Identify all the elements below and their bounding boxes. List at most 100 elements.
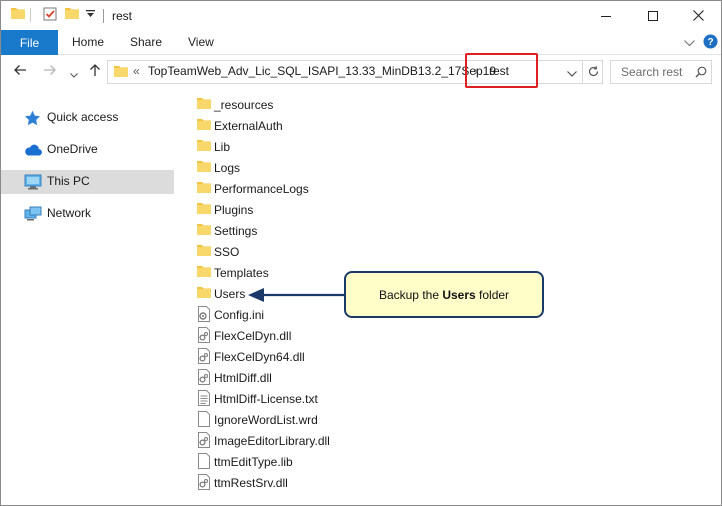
file-name: Lib xyxy=(214,140,231,154)
list-item[interactable]: FlexCelDyn64.dll xyxy=(191,346,441,367)
sidebar-item-label: Quick access xyxy=(47,110,119,124)
callout-text-prefix: Backup the xyxy=(378,287,443,302)
file-name: PerformanceLogs xyxy=(214,182,309,196)
ribbon-tabs: File Home Share View ? xyxy=(1,30,721,55)
folder-icon xyxy=(197,139,211,154)
list-item[interactable]: ImageEditorLibrary.dll xyxy=(191,430,441,451)
list-item[interactable]: _resources xyxy=(191,94,441,115)
svg-text:?: ? xyxy=(707,37,713,48)
blank-file-icon xyxy=(197,453,211,472)
address-dropdown-icon[interactable] xyxy=(567,66,577,80)
minimize-button[interactable] xyxy=(583,1,629,30)
tab-view[interactable]: View xyxy=(188,35,214,49)
search-box[interactable]: Search rest xyxy=(610,60,712,84)
file-name: _resources xyxy=(214,98,274,112)
tab-share[interactable]: Share xyxy=(130,35,162,49)
navigation-bar: « TopTeamWeb_Adv_Lic_SQL_ISAPI_13.33_Min… xyxy=(1,55,721,89)
customize-toolbar-icon[interactable] xyxy=(86,10,95,18)
file-name: IgnoreWordList.wrd xyxy=(214,413,318,427)
file-name: FlexCelDyn.dll xyxy=(214,329,292,343)
folder-icon xyxy=(197,286,211,301)
network-icon xyxy=(24,206,42,225)
collapsed-path-button[interactable]: « xyxy=(133,64,140,78)
folder-icon xyxy=(197,181,211,196)
callout-box: Backup the Users folder xyxy=(344,271,544,318)
folder-icon xyxy=(197,97,211,112)
address-divider xyxy=(582,61,583,83)
dll-file-icon xyxy=(197,474,211,493)
explorer-window: rest File Home Share View ? « TopTeamWeb… xyxy=(0,0,722,506)
folder-icon[interactable] xyxy=(11,7,25,19)
list-item[interactable]: Lib xyxy=(191,136,441,157)
blank-file-icon xyxy=(197,411,211,430)
tab-home[interactable]: Home xyxy=(72,35,104,49)
list-item[interactable]: SSO xyxy=(191,241,441,262)
dll-file-icon xyxy=(197,369,211,388)
up-icon[interactable] xyxy=(89,63,101,80)
star-icon xyxy=(24,110,41,129)
dll-file-icon xyxy=(197,327,211,346)
cloud-icon xyxy=(24,144,42,159)
folder-icon xyxy=(197,160,211,175)
properties-icon[interactable] xyxy=(43,7,57,21)
dll-file-icon xyxy=(197,348,211,367)
sidebar-item-label: Network xyxy=(47,206,92,220)
file-name: ExternalAuth xyxy=(214,119,283,133)
sidebar-item-label: This PC xyxy=(47,174,90,188)
close-button[interactable] xyxy=(675,1,721,30)
list-item[interactable]: ttmEditType.lib xyxy=(191,451,441,472)
file-name: Templates xyxy=(214,266,269,280)
file-name: ttmRestSrv.dll xyxy=(214,476,288,490)
file-name: Plugins xyxy=(214,203,254,217)
callout-text-suffix: folder xyxy=(475,287,510,302)
window-title: rest xyxy=(112,9,133,23)
file-name: ImageEditorLibrary.dll xyxy=(214,434,330,448)
file-name: Config.ini xyxy=(214,308,265,322)
list-item[interactable]: HtmlDiff-License.txt xyxy=(191,388,441,409)
list-item[interactable]: HtmlDiff.dll xyxy=(191,367,441,388)
list-item[interactable]: PerformanceLogs xyxy=(191,178,441,199)
callout-arrow xyxy=(248,288,346,302)
search-placeholder: Search rest xyxy=(621,65,683,79)
file-name: Logs xyxy=(214,161,241,175)
list-item[interactable]: ttmRestSrv.dll xyxy=(191,472,441,493)
file-name: ttmEditType.lib xyxy=(214,455,293,469)
list-item[interactable]: IgnoreWordList.wrd xyxy=(191,409,441,430)
back-icon[interactable] xyxy=(13,64,27,79)
address-highlight-box xyxy=(465,53,538,88)
folder-icon xyxy=(114,65,128,80)
help-icon[interactable]: ? xyxy=(703,34,718,52)
refresh-icon[interactable] xyxy=(587,65,600,81)
maximize-button[interactable] xyxy=(630,1,676,30)
file-name: FlexCelDyn64.dll xyxy=(214,350,305,364)
file-name: Settings xyxy=(214,224,258,238)
sidebar-item-network[interactable]: Network xyxy=(1,202,174,226)
list-item[interactable]: Plugins xyxy=(191,199,441,220)
dll-file-icon xyxy=(197,432,211,451)
toolbar-divider xyxy=(30,8,31,22)
sidebar-item-onedrive[interactable]: OneDrive xyxy=(1,138,174,162)
folder-icon xyxy=(197,118,211,133)
title-divider xyxy=(103,9,104,23)
folder-icon xyxy=(197,265,211,280)
new-folder-icon[interactable] xyxy=(65,7,79,19)
search-icon xyxy=(695,66,707,81)
tab-file[interactable]: File xyxy=(1,30,58,55)
folder-icon xyxy=(197,223,211,238)
list-item[interactable]: FlexCelDyn.dll xyxy=(191,325,441,346)
minimize-icon xyxy=(601,15,611,17)
list-item[interactable]: ExternalAuth xyxy=(191,115,441,136)
callout-text-bold: Users xyxy=(442,287,476,302)
computer-icon xyxy=(24,174,42,193)
sidebar-item-quick-access[interactable]: Quick access xyxy=(1,106,174,130)
navigation-pane: Quick access OneDrive This PC Network xyxy=(1,101,176,505)
list-item[interactable]: Logs xyxy=(191,157,441,178)
list-item[interactable]: Settings xyxy=(191,220,441,241)
text-file-icon xyxy=(197,390,211,409)
breadcrumb-parent[interactable]: TopTeamWeb_Adv_Lic_SQL_ISAPI_13.33_MinDB… xyxy=(148,64,496,78)
forward-icon[interactable] xyxy=(43,64,57,79)
sidebar-item-this-pc[interactable]: This PC xyxy=(1,170,174,194)
expand-ribbon-icon[interactable] xyxy=(684,36,695,50)
file-name: HtmlDiff-License.txt xyxy=(214,392,318,406)
recent-locations-icon[interactable] xyxy=(70,67,78,81)
